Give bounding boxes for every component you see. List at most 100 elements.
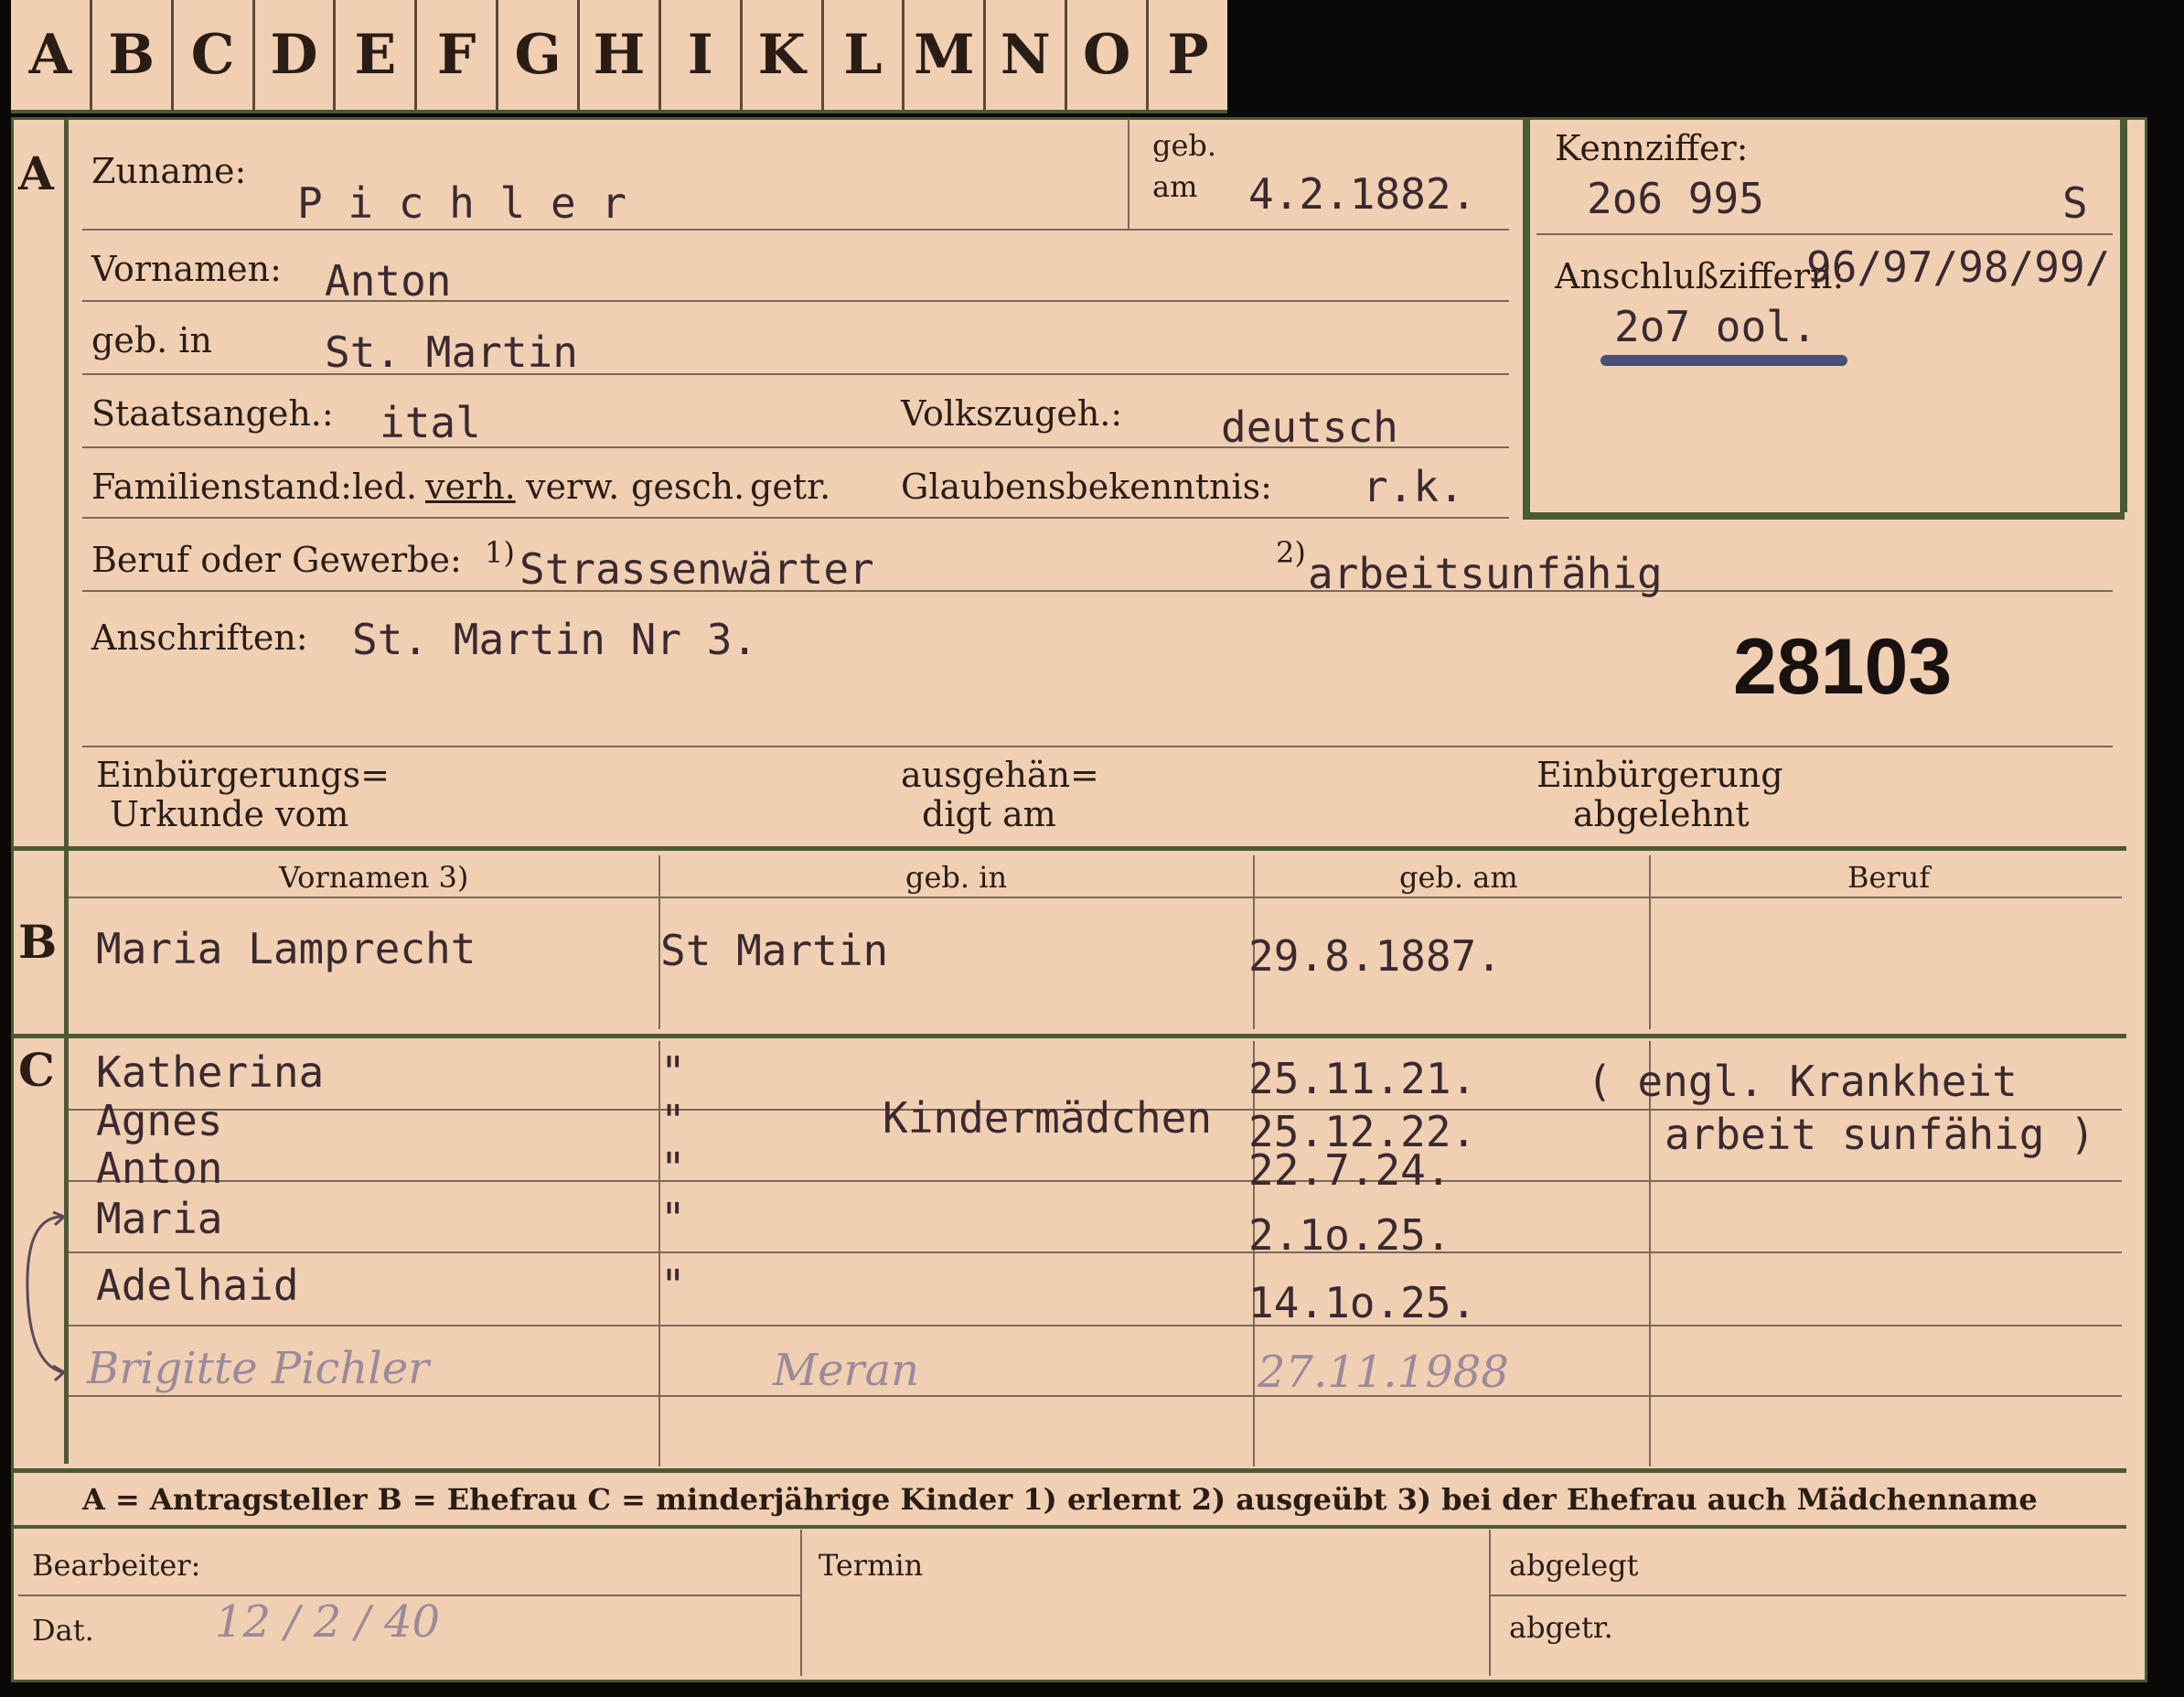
section-divider-ab [14, 846, 2126, 851]
beruf-value: Strassenwärter [519, 544, 874, 594]
section-divider-legend [14, 1468, 2126, 1473]
rule [1489, 1530, 1491, 1676]
einb-urkunde-line1: Einbürgerungs= [96, 755, 390, 795]
tab-g: G [498, 0, 581, 110]
geb-am-value: 4.2.1882. [1248, 169, 1477, 219]
child-date-4: 2.1o.25. [1248, 1210, 1451, 1260]
section-a-marker: A [18, 146, 54, 200]
familienstand-led: led. [352, 467, 418, 507]
rule [69, 1180, 2122, 1182]
anschriften-value: St. Martin Nr 3. [352, 615, 758, 664]
tab-o: O [1067, 0, 1150, 110]
ehefrau-geb-in: St Martin [660, 926, 889, 975]
am-label: am [1152, 169, 1198, 204]
kennziffer-suffix: S [2062, 178, 2088, 228]
anschlussziffern-value: 96/97/98/99/ [1806, 242, 2111, 292]
tab-p: P [1167, 23, 1209, 87]
glaubens-value: r.k. [1363, 462, 1464, 511]
child-name-4: Maria [96, 1194, 223, 1243]
ausgehaendigt-line2: digt am [922, 794, 1056, 834]
child-name-1: Katherina [96, 1047, 325, 1097]
kennziffer-value: 2o6 995 [1587, 174, 1764, 223]
anschlussziffern-label: Anschlußziffern: [1555, 256, 1845, 296]
dat-label: Dat. [32, 1613, 94, 1648]
tab-k: K [743, 0, 824, 110]
zuname-value: P i c h l e r [297, 178, 627, 228]
child-ditto-1: " [660, 1047, 686, 1097]
rule [69, 897, 2122, 898]
legend: A = Antragsteller B = Ehefrau C = minder… [82, 1482, 2038, 1517]
zuname-label: Zuname: [91, 151, 247, 191]
tab-m: M [905, 0, 987, 110]
col-beruf: Beruf [1847, 860, 1931, 895]
col-geb-am: geb. am [1399, 860, 1518, 895]
geb-label: geb. [1152, 128, 1217, 163]
child-name-5: Adelhaid [96, 1261, 299, 1310]
tab-c: C [174, 0, 255, 110]
rule [82, 229, 1509, 231]
tab-l: L [824, 0, 905, 110]
ehefrau-vornamen: Maria Lamprecht [96, 924, 476, 973]
child-ditto-2: " [660, 1096, 686, 1145]
child-date-1: 25.11.21. [1248, 1054, 1477, 1103]
familienstand-gesch: gesch. [631, 467, 745, 507]
staatsangeh-label: Staatsangeh.: [91, 393, 334, 434]
rule [69, 1251, 2122, 1253]
ausgehaendigt-line1: ausgehän= [901, 755, 1099, 795]
rule [1128, 119, 1129, 229]
tab-h: H [580, 0, 661, 110]
tab-a: A [11, 0, 92, 110]
handwritten-name: Brigitte Pichler [87, 1343, 430, 1394]
section-b-marker: B [18, 915, 58, 969]
col-vornamen: Vornamen 3) [279, 860, 469, 895]
familienstand-getr: getr. [750, 467, 831, 507]
kindermaedchen: Kindermädchen [883, 1093, 1213, 1143]
beruf-note-2: 2) [1276, 535, 1306, 570]
bracket-arrow-icon [26, 1210, 67, 1382]
bearbeiter-label: Bearbeiter: [32, 1548, 201, 1583]
handwritten-date: 27.11.1988 [1258, 1347, 1509, 1398]
familienstand-verw: verw. [526, 467, 620, 507]
rule [1491, 1595, 2126, 1596]
einb-urkunde-line2: Urkunde vom [110, 794, 349, 834]
vornamen-value: Anton [325, 256, 452, 306]
glaubens-label: Glaubensbekenntnis: [901, 467, 1272, 507]
child-date-5: 14.1o.25. [1248, 1278, 1477, 1327]
beruf2-value: arbeitsunfähig [1308, 549, 1663, 598]
tab-d: D [255, 0, 337, 110]
ehefrau-geb-am: 29.8.1887. [1248, 931, 1502, 981]
col-geb-in: geb. in [905, 860, 1008, 895]
volkszugeh-label: Volkszugeh.: [901, 393, 1123, 434]
child-ditto-3: " [660, 1144, 686, 1193]
volkszugeh-value: deutsch [1221, 403, 1398, 452]
rule [82, 590, 2113, 592]
beruf-label: Beruf oder Gewerbe: [91, 540, 462, 580]
familienstand-label: Familienstand: [91, 467, 352, 507]
rule [1649, 855, 1651, 1029]
tab-e: E [336, 0, 418, 110]
legend-divider [14, 1525, 2126, 1529]
beruf-note-1: 1) [485, 535, 515, 570]
anschriften-label: Anschriften: [91, 618, 308, 658]
rule [69, 1325, 2122, 1326]
einb-abgelehnt-line1: Einbürgerung [1536, 755, 1783, 795]
tab-n: N [986, 0, 1068, 110]
section-c-marker: C [18, 1043, 55, 1097]
einb-abgelehnt-line2: abgelehnt [1573, 794, 1750, 834]
kennziffer-border [2120, 119, 2127, 512]
note-line-2: arbeit sunfähig ) [1665, 1110, 2095, 1159]
abgetr-label: abgetr. [1509, 1610, 1613, 1645]
rule [82, 746, 2113, 747]
tab-f: F [417, 0, 499, 110]
blue-pencil-underline [1601, 355, 1847, 366]
dat-value: 12 / 2 / 40 [215, 1596, 441, 1648]
termin-label: Termin [819, 1548, 924, 1583]
rule [800, 1530, 802, 1676]
rule [69, 1395, 2122, 1397]
note-line-1: ( engl. Krankheit [1587, 1057, 2018, 1106]
anschlussziffern-value2: 2o7 ool. [1614, 302, 1817, 351]
stamp-number: 28103 [1733, 623, 1953, 711]
rule [82, 300, 1509, 302]
staatsangeh-value: ital [380, 398, 481, 447]
abgelegt-label: abgelegt [1509, 1548, 1639, 1583]
